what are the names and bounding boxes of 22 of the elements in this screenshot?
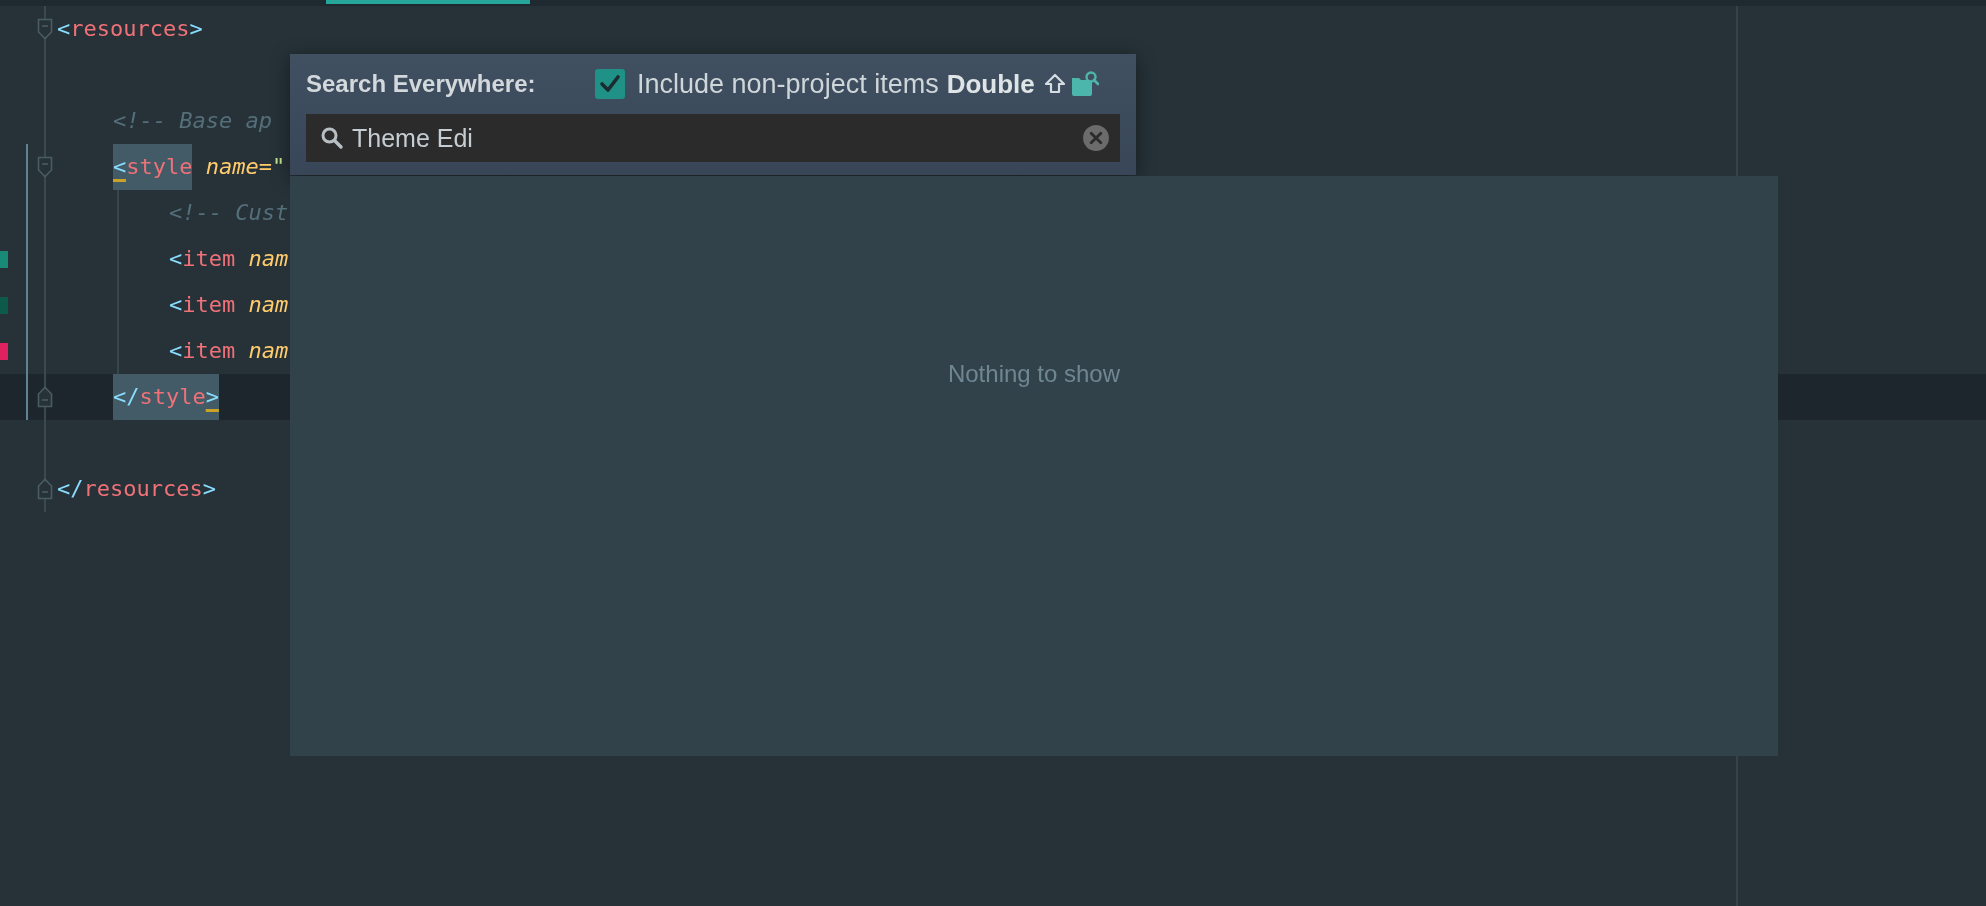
code-line: <!-- Cust <box>169 199 289 227</box>
code-line: <style name=" <box>113 144 286 190</box>
code-line: <item nam <box>169 337 289 365</box>
code-line: <resources> <box>57 15 203 43</box>
checkbox-label: Include non-project items <box>637 68 939 100</box>
code-line: <!-- Base ap <box>113 107 272 135</box>
code-line: <item nam <box>169 291 289 319</box>
checkbox[interactable] <box>595 69 625 99</box>
folder-search-icon[interactable] <box>1070 70 1099 98</box>
clear-icon[interactable] <box>1082 124 1110 152</box>
empty-message: Nothing to show <box>947 360 1121 388</box>
search-field[interactable]: Theme Edi <box>306 114 1120 162</box>
fold-icon[interactable] <box>37 477 53 501</box>
shortcut-label: Double <box>946 68 1035 100</box>
popup-title: Search Everywhere: <box>306 70 537 98</box>
shift-icon <box>1042 72 1067 96</box>
fold-icon[interactable] <box>37 155 53 179</box>
fold-icon[interactable] <box>37 385 53 409</box>
fold-icon[interactable] <box>37 17 53 41</box>
code-line: </style> <box>113 374 219 420</box>
code-line: </resources> <box>57 475 216 503</box>
code-line: <item nam <box>169 245 289 273</box>
